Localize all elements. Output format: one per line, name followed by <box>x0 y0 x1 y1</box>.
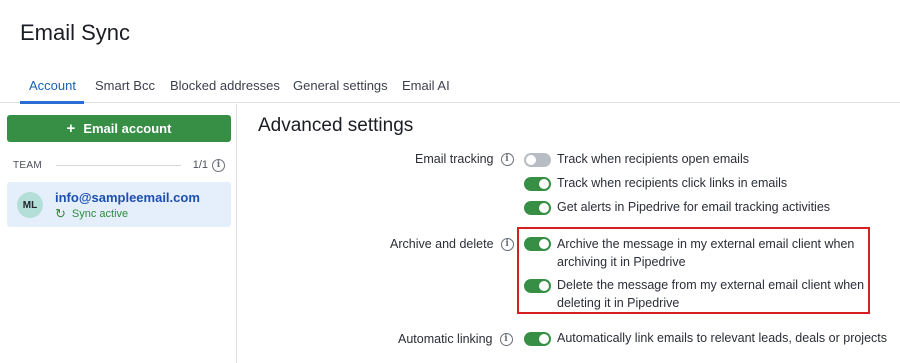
highlight-box <box>517 227 870 314</box>
plus-icon: + <box>66 120 76 137</box>
toggle-knob <box>526 155 536 165</box>
add-email-account-label: Email account <box>83 121 172 136</box>
info-icon[interactable]: i <box>499 332 513 346</box>
sync-status-text: Sync active <box>71 207 129 220</box>
sidebar: + Email account TEAM 1/1 i ML info@sampl… <box>0 104 237 363</box>
automatic-linking-label-text: Automatic linking <box>398 332 493 346</box>
info-icon[interactable]: i <box>500 237 514 251</box>
toggle-knob <box>539 334 549 344</box>
toggle-knob <box>539 179 549 189</box>
option-auto-link: Automatically link emails to relevant le… <box>557 331 888 345</box>
archive-delete-label-text: Archive and delete <box>390 237 494 251</box>
tab-general-settings[interactable]: General settings <box>293 78 388 93</box>
email-tracking-label-text: Email tracking <box>415 152 494 166</box>
archive-delete-label: Archive and delete i <box>390 237 514 251</box>
team-divider <box>55 164 181 166</box>
account-email: info@sampleemail.com <box>55 190 200 205</box>
option-tracking-alerts: Get alerts in Pipedrive for email tracki… <box>557 200 831 214</box>
option-track-opens: Track when recipients open emails <box>557 152 749 166</box>
tab-account[interactable]: Account <box>29 78 76 93</box>
sync-icon: ↻ <box>55 206 66 221</box>
info-icon[interactable]: i <box>212 158 225 172</box>
team-label: TEAM <box>13 159 42 171</box>
toggle-knob <box>539 203 549 213</box>
add-email-account-button[interactable]: + Email account <box>7 115 231 142</box>
tab-smart-bcc[interactable]: Smart Bcc <box>95 78 155 93</box>
automatic-linking-label: Automatic linking i <box>398 332 513 346</box>
option-track-clicks: Track when recipients click links in ema… <box>557 176 788 190</box>
account-card[interactable]: ML info@sampleemail.com ↻ Sync active <box>7 182 231 227</box>
info-icon[interactable]: i <box>500 152 514 166</box>
tab-email-ai[interactable]: Email AI <box>402 78 450 93</box>
team-count: 1/1 <box>192 159 208 171</box>
toggle-tracking-alerts[interactable] <box>524 201 551 215</box>
team-header: TEAM 1/1 i <box>13 158 225 172</box>
toggle-auto-link[interactable] <box>524 332 551 346</box>
sync-status: ↻ Sync active <box>55 207 128 220</box>
advanced-settings-title: Advanced settings <box>258 115 414 136</box>
page-title: Email Sync <box>20 20 131 45</box>
avatar: ML <box>17 192 43 218</box>
toggle-track-opens[interactable] <box>524 153 551 167</box>
tab-bar: Account Smart Bcc Blocked addresses Gene… <box>0 74 900 104</box>
tab-blocked-addresses[interactable]: Blocked addresses <box>170 78 280 93</box>
email-tracking-label: Email tracking i <box>415 152 514 166</box>
toggle-track-clicks[interactable] <box>524 177 551 191</box>
